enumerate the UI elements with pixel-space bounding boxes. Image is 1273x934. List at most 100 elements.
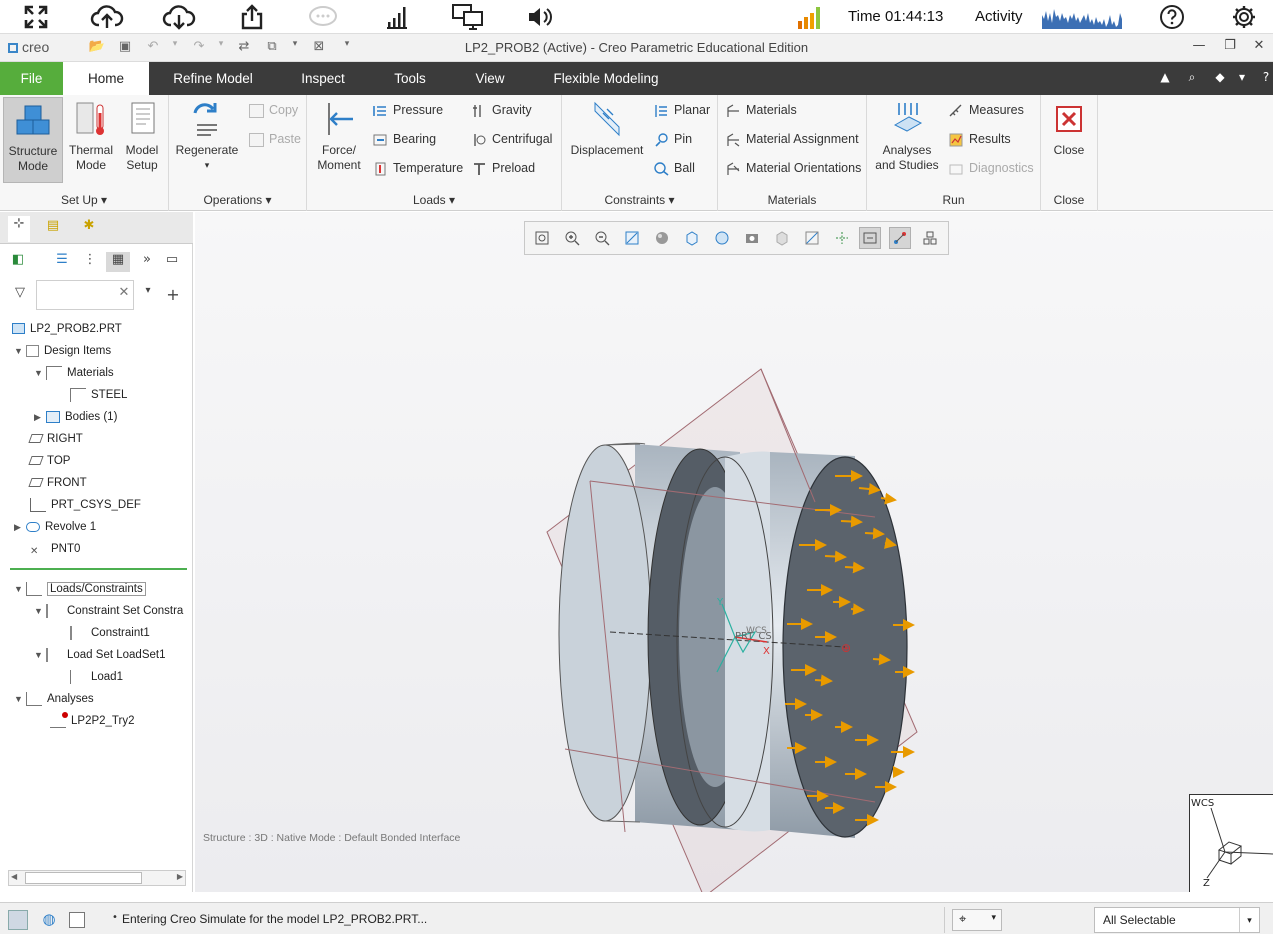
chat-icon[interactable] (306, 3, 340, 31)
tab-file[interactable]: File (0, 62, 63, 95)
copy-button[interactable]: Copy (249, 100, 298, 120)
material-assignment-button[interactable]: Material Assignment (726, 129, 859, 149)
tab-inspect[interactable]: Inspect (288, 62, 358, 95)
tree-filters-icon[interactable]: ☰ (52, 252, 72, 272)
volume-icon[interactable] (523, 3, 557, 31)
tree-item-bodies[interactable]: ▶ Bodies (1) (34, 407, 117, 427)
selection-filter-dropdown-icon[interactable]: ▾ (1239, 908, 1259, 932)
tree-layout-icon[interactable]: ▦ (106, 252, 130, 272)
monitor-icon[interactable] (451, 3, 485, 31)
tree-item-load-set[interactable]: ▼ Load Set LoadSet1 (34, 645, 165, 665)
scroll-left-icon[interactable]: ◀ (11, 872, 17, 881)
group-constraints-label[interactable]: Constraints ▾ (562, 193, 717, 207)
scroll-right-icon[interactable]: ▶ (177, 872, 183, 881)
regenerate-button[interactable]: Regenerate ▾ (175, 97, 239, 173)
force-moment-button[interactable]: Force/ Moment (311, 97, 367, 173)
material-orientations-button[interactable]: Material Orientations (726, 158, 861, 178)
tab-refine-model[interactable]: Refine Model (162, 62, 264, 95)
restore-icon[interactable]: ❐ (1219, 38, 1241, 53)
fullscreen-icon[interactable] (19, 3, 53, 31)
tree-item-top[interactable]: TOP (28, 451, 70, 471)
minimize-ribbon-icon[interactable]: ▲ (1156, 70, 1174, 84)
find-dropdown-icon[interactable]: ▾ (991, 913, 996, 923)
browser-toggle-icon[interactable]: ◍ (39, 910, 59, 930)
tree-item-constraint1[interactable]: Constraint1 (70, 623, 150, 643)
cloud-upload-icon[interactable] (90, 3, 124, 31)
tree-item-revolve[interactable]: ▶ Revolve 1 (14, 517, 96, 537)
find-button[interactable]: ⌖ ▾ (952, 909, 1002, 931)
ribbon-options-icon[interactable]: ▾ (1233, 70, 1251, 84)
tree-columns-icon[interactable]: ⋮ (80, 252, 100, 272)
collapse-toggle-icon[interactable]: ▶ (34, 407, 46, 427)
expand-toggle-icon[interactable]: ▼ (14, 341, 26, 361)
help-icon[interactable] (1155, 3, 1189, 31)
more-icon[interactable]: » (137, 252, 157, 272)
search-dropdown-icon[interactable]: ▾ (138, 285, 158, 305)
tree-item-front[interactable]: FRONT (28, 473, 87, 493)
model-setup-button[interactable]: Model Setup (118, 97, 166, 173)
tree-item-load1[interactable]: Load1 (70, 667, 123, 687)
materials-button[interactable]: Materials (726, 100, 797, 120)
show-icon[interactable]: ◧ (8, 252, 28, 272)
temperature-button[interactable]: Temperature (373, 158, 463, 178)
diagnostics-button[interactable]: Diagnostics (949, 158, 1034, 178)
graphics-window[interactable]: Y X PRT_CS WCS ⊕ Structure : 3D : Native… (195, 212, 1273, 892)
model-3d-view[interactable]: Y X PRT_CS WCS ⊕ (195, 212, 1273, 892)
group-setup-label[interactable]: Set Up ▾ (0, 193, 168, 207)
ribbon-help-icon[interactable]: ? (1257, 70, 1273, 84)
scrollbar-thumb[interactable] (25, 872, 142, 884)
tab-view[interactable]: View (464, 62, 516, 95)
expand-toggle-icon[interactable]: ▼ (34, 645, 46, 665)
analyses-studies-button[interactable]: Analyses and Studies (871, 97, 943, 173)
group-operations-label[interactable]: Operations ▾ (169, 193, 306, 207)
clear-search-icon[interactable]: ✕ (114, 285, 134, 305)
tab-flexible-modeling[interactable]: Flexible Modeling (544, 62, 668, 95)
close-button[interactable]: Close (1045, 97, 1093, 158)
pressure-button[interactable]: Pressure (373, 100, 443, 120)
measures-button[interactable]: Measures (949, 100, 1024, 120)
tree-item-analysis-try2[interactable]: LP2P2_Try2 (50, 711, 135, 731)
pin-button[interactable]: Pin (654, 129, 692, 149)
gravity-button[interactable]: Gravity (472, 100, 532, 120)
tree-item-csys[interactable]: PRT_CSYS_DEF (30, 495, 141, 515)
centrifugal-button[interactable]: Centrifugal (472, 129, 552, 149)
expand-toggle-icon[interactable]: ▼ (34, 601, 46, 621)
results-button[interactable]: Results (949, 129, 1011, 149)
tree-item-part[interactable]: LP2_PROB2.PRT (12, 319, 122, 339)
insert-here-divider[interactable] (10, 568, 187, 570)
learning-icon[interactable]: ◆ (1211, 70, 1229, 84)
fullscreen-toggle-icon[interactable] (69, 912, 85, 928)
add-icon[interactable]: + (163, 285, 183, 305)
expand-toggle-icon[interactable]: ▼ (34, 363, 46, 383)
preload-button[interactable]: Preload (472, 158, 535, 178)
minimize-icon[interactable]: — (1188, 38, 1210, 53)
tree-horizontal-scrollbar[interactable]: ◀ ▶ (8, 870, 186, 886)
tree-item-steel[interactable]: STEEL (70, 385, 127, 405)
tree-settings-icon[interactable]: ▭ (162, 252, 182, 272)
tree-item-design-items[interactable]: ▼ Design Items (14, 341, 111, 361)
share-icon[interactable] (235, 3, 269, 31)
tree-item-pnt0[interactable]: ✕ PNT0 (30, 539, 80, 559)
tab-home[interactable]: Home (63, 62, 149, 95)
paste-button[interactable]: Paste (249, 129, 301, 149)
structure-mode-button[interactable]: Structure Mode (3, 97, 63, 183)
settings-icon[interactable] (1227, 3, 1261, 31)
thermal-mode-button[interactable]: Thermal Mode (64, 97, 118, 173)
close-icon[interactable]: ✕ (1248, 38, 1270, 53)
ball-button[interactable]: Ball (654, 158, 695, 178)
folder-browser-tab-icon[interactable]: ▤ (42, 218, 64, 238)
filter-icon[interactable]: ▽ (10, 285, 30, 305)
collapse-toggle-icon[interactable]: ▶ (14, 517, 26, 537)
tree-item-analyses[interactable]: ▼ Analyses (14, 689, 94, 709)
planar-button[interactable]: Planar (654, 100, 710, 120)
signal-icon[interactable] (380, 3, 414, 31)
cloud-download-icon[interactable] (162, 3, 196, 31)
expand-toggle-icon[interactable]: ▼ (14, 689, 26, 709)
navigator-toggle-icon[interactable] (8, 910, 28, 930)
tree-item-constraint-set[interactable]: ▼ Constraint Set Constra (34, 601, 183, 621)
selection-filter-select[interactable]: All Selectable ▾ (1094, 907, 1260, 933)
tree-item-loads-constraints[interactable]: ▼ Loads/Constraints (14, 579, 146, 599)
favorites-tab-icon[interactable]: ✱ (78, 218, 100, 238)
search-icon[interactable]: ⌕ (1183, 70, 1201, 85)
tree-item-materials[interactable]: ▼ Materials (34, 363, 114, 383)
